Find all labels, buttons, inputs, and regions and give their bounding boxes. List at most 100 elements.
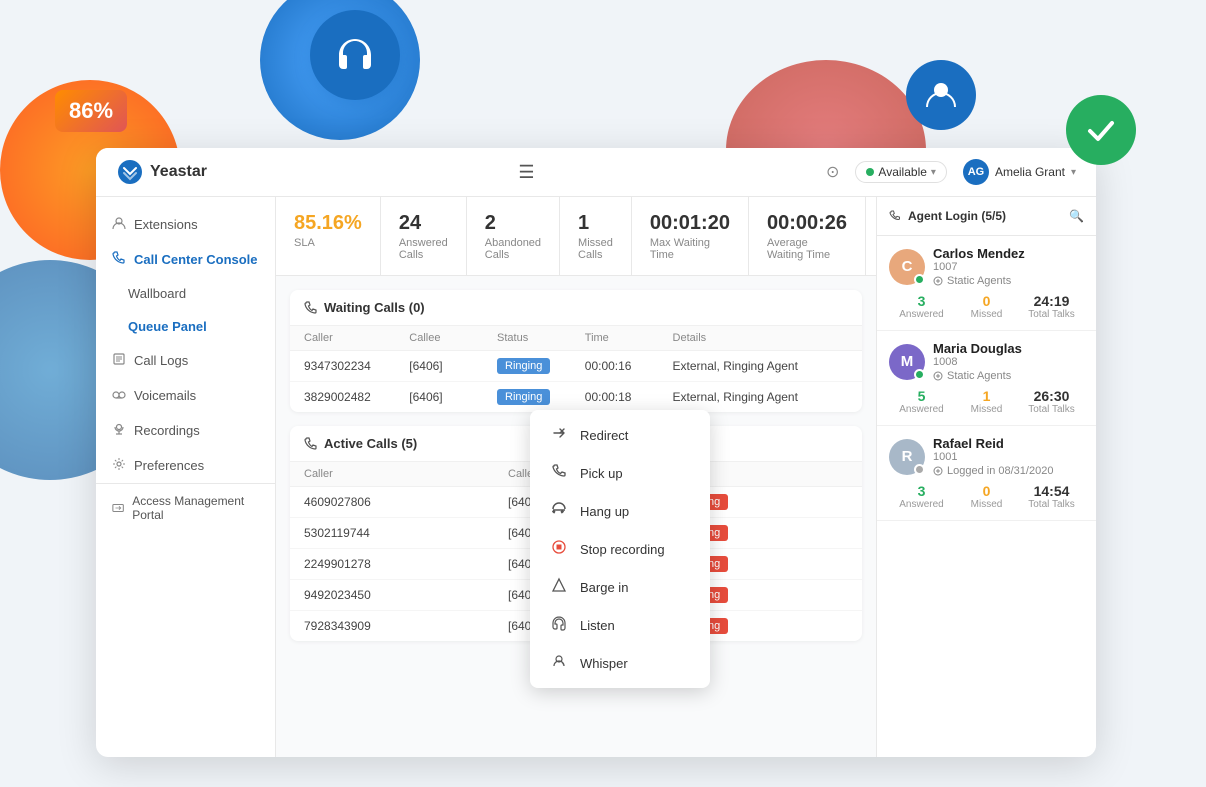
a-caller-3: 2249901278 bbox=[304, 557, 508, 571]
agent-status-dot-maria bbox=[914, 369, 925, 380]
logo-icon bbox=[116, 158, 144, 186]
agent-stat-answered-rafael: 3 Answered bbox=[889, 483, 954, 510]
agent-stat-missed-rafael: 0 Missed bbox=[954, 483, 1019, 510]
agent-panel-title: Agent Login (5/5) bbox=[908, 209, 1006, 223]
a-caller-4: 9492023450 bbox=[304, 588, 508, 602]
agent-stat-missed-maria: 1 Missed bbox=[954, 388, 1019, 415]
stop-recording-icon bbox=[550, 539, 568, 559]
stat-answered-label: Answered Calls bbox=[399, 237, 448, 261]
active-calls-title: Active Calls (5) bbox=[324, 436, 417, 451]
agent-type-rafael: Logged in 08/31/2020 bbox=[933, 465, 1084, 477]
agent-card-rafael: R Rafael Reid 1001 Logged in 08/31/2020 bbox=[877, 426, 1096, 521]
preferences-icon bbox=[112, 457, 126, 474]
sidebar-label-call-center: Call Center Console bbox=[134, 252, 258, 267]
ctx-listen[interactable]: Listen bbox=[530, 606, 710, 644]
ctx-whisper-label: Whisper bbox=[580, 656, 628, 671]
headset-circle bbox=[310, 10, 400, 100]
w-details-1: External, Ringing Agent bbox=[673, 359, 848, 373]
nav-right: ⊙ Available ▾ AG Amelia Grant ▾ bbox=[826, 159, 1076, 185]
stat-answered: 24 Answered Calls bbox=[381, 197, 467, 275]
stat-max-wait-label: Max Waiting Time bbox=[650, 237, 730, 261]
table-row[interactable]: 9347302234 [6406] Ringing 00:00:16 Exter… bbox=[290, 351, 862, 382]
w-time-1: 00:00:16 bbox=[585, 359, 673, 373]
context-menu: Redirect Pick up Hang up Stop recording … bbox=[530, 410, 710, 688]
sidebar-item-call-center[interactable]: Call Center Console bbox=[96, 242, 275, 277]
stat-sla-label: SLA bbox=[294, 237, 362, 249]
status-chevron: ▾ bbox=[931, 167, 936, 178]
sidebar-item-call-logs[interactable]: Call Logs bbox=[96, 343, 275, 378]
sidebar-label-voicemails: Voicemails bbox=[134, 388, 196, 403]
agent-stats-rafael: 3 Answered 0 Missed 14:54 Total Talks bbox=[889, 483, 1084, 510]
sidebar-item-extensions[interactable]: Extensions bbox=[96, 207, 275, 242]
w-caller-2: 3829002482 bbox=[304, 390, 409, 404]
phone-active-icon bbox=[304, 437, 318, 451]
agent-info-carlos: Carlos Mendez 1007 Static Agents bbox=[933, 246, 1084, 287]
ctx-pickup-label: Pick up bbox=[580, 466, 623, 481]
sidebar-bottom-portal[interactable]: Access Management Portal bbox=[96, 483, 276, 532]
stat-sla: 85.16% SLA bbox=[276, 197, 381, 275]
w-status-2: Ringing bbox=[497, 389, 585, 405]
logo-text: Yeastar bbox=[150, 163, 207, 181]
sidebar-item-recordings[interactable]: Recordings bbox=[96, 413, 275, 448]
sidebar: Extensions Call Center Console Wallboard… bbox=[96, 197, 276, 757]
user-circle-top bbox=[906, 60, 976, 130]
wh-time: Time bbox=[585, 332, 673, 344]
ringing-badge-1: Ringing bbox=[497, 358, 550, 374]
help-icon[interactable]: ⊙ bbox=[826, 162, 839, 182]
ctx-pickup[interactable]: Pick up bbox=[530, 454, 710, 492]
portal-icon bbox=[112, 501, 124, 515]
stat-avg-wait: 00:00:26 Average Waiting Time bbox=[749, 197, 866, 275]
ringing-badge-2: Ringing bbox=[497, 389, 550, 405]
user-chevron: ▾ bbox=[1071, 167, 1076, 178]
sidebar-item-queue-panel[interactable]: Queue Panel bbox=[96, 310, 275, 343]
w-status-1: Ringing bbox=[497, 358, 585, 374]
ctx-stop-recording[interactable]: Stop recording bbox=[530, 530, 710, 568]
agent-card-maria: M Maria Douglas 1008 Static Agents bbox=[877, 331, 1096, 426]
sidebar-item-preferences[interactable]: Preferences bbox=[96, 448, 275, 483]
agent-name-maria: Maria Douglas bbox=[933, 341, 1084, 356]
agent-type-carlos: Static Agents bbox=[933, 275, 1084, 287]
agent-info-rafael: Rafael Reid 1001 Logged in 08/31/2020 bbox=[933, 436, 1084, 477]
ctx-barge-in-label: Barge in bbox=[580, 580, 628, 595]
agent-ext-rafael: 1001 bbox=[933, 451, 1084, 463]
user-icon-top bbox=[923, 77, 959, 113]
a-caller-5: 7928343909 bbox=[304, 619, 508, 633]
agent-stat-total-maria: 26:30 Total Talks bbox=[1019, 388, 1084, 415]
ctx-whisper[interactable]: Whisper bbox=[530, 644, 710, 682]
agent-stat-total-rafael: 14:54 Total Talks bbox=[1019, 483, 1084, 510]
agent-search-icon[interactable]: 🔍 bbox=[1069, 209, 1084, 223]
wh-caller: Caller bbox=[304, 332, 409, 344]
status-pill[interactable]: Available ▾ bbox=[855, 161, 947, 183]
agent-status-dot-carlos bbox=[914, 274, 925, 285]
ctx-redirect[interactable]: Redirect bbox=[530, 416, 710, 454]
ctx-hangup[interactable]: Hang up bbox=[530, 492, 710, 530]
agent-ext-maria: 1008 bbox=[933, 356, 1084, 368]
table-row[interactable]: 3829002482 [6406] Ringing 00:00:18 Exter… bbox=[290, 382, 862, 412]
wh-details: Details bbox=[673, 332, 848, 344]
waiting-calls-title: Waiting Calls (0) bbox=[324, 300, 425, 315]
wh-callee: Callee bbox=[409, 332, 497, 344]
agent-stats-carlos: 3 Answered 0 Missed 24:19 Total Talks bbox=[889, 293, 1084, 320]
stat-missed: 1 Missed Calls bbox=[560, 197, 632, 275]
ctx-stop-recording-label: Stop recording bbox=[580, 542, 665, 557]
hamburger-icon[interactable]: ☰ bbox=[518, 162, 534, 183]
static-agent-icon-rafael bbox=[933, 466, 943, 476]
agent-card-carlos: C Carlos Mendez 1007 Static Agents bbox=[877, 236, 1096, 331]
w-details-2: External, Ringing Agent bbox=[673, 390, 848, 404]
ctx-barge-in[interactable]: Barge in bbox=[530, 568, 710, 606]
sidebar-label-call-logs: Call Logs bbox=[134, 353, 188, 368]
ctx-redirect-label: Redirect bbox=[580, 428, 628, 443]
voicemails-icon bbox=[112, 387, 126, 404]
a-caller-1: 4609027806 bbox=[304, 495, 508, 509]
agent-panel-icon bbox=[889, 210, 902, 223]
user-pill[interactable]: AG Amelia Grant ▾ bbox=[963, 159, 1076, 185]
agent-stats-maria: 5 Answered 1 Missed 26:30 Total Talks bbox=[889, 388, 1084, 415]
stat-max-wait: 00:01:20 Max Waiting Time bbox=[632, 197, 749, 275]
sidebar-label-wallboard: Wallboard bbox=[128, 286, 186, 301]
stat-abandoned-label: Abandoned Calls bbox=[485, 237, 541, 261]
sidebar-label-extensions: Extensions bbox=[134, 217, 198, 232]
call-logs-icon bbox=[112, 352, 126, 369]
sidebar-item-wallboard[interactable]: Wallboard bbox=[96, 277, 275, 310]
sidebar-item-voicemails[interactable]: Voicemails bbox=[96, 378, 275, 413]
stat-sla-value: 85.16% bbox=[294, 211, 362, 235]
